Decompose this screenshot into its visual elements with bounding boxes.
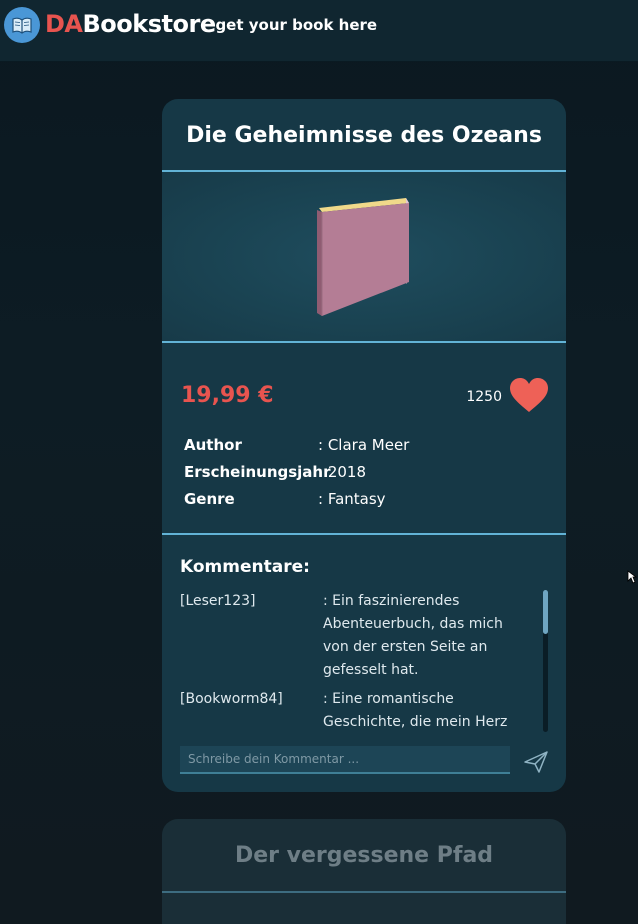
detail-label: Author <box>184 436 242 454</box>
comment-input[interactable] <box>180 746 510 774</box>
detail-value: : Clara Meer <box>318 436 410 454</box>
book-icon <box>12 17 32 34</box>
like-button[interactable] <box>509 378 549 414</box>
details-divider <box>162 533 566 535</box>
book-title: Der vergessene Pfad <box>234 842 494 868</box>
comment-user: [Bookworm84] <box>180 691 283 707</box>
heart-icon <box>510 378 548 412</box>
mouse-cursor-icon <box>627 570 637 584</box>
detail-label: Erscheinungsjahr <box>184 463 331 481</box>
brand-label: Bookstore <box>82 10 217 38</box>
scrollbar-thumb[interactable] <box>543 590 548 634</box>
brand-prefix: DA <box>45 10 83 38</box>
send-icon <box>524 751 548 773</box>
comment-item: [Bookworm84] : Eine romantische Geschich… <box>180 688 546 732</box>
comments-heading: Kommentare: <box>180 557 310 577</box>
book-card: Die Geheimnisse des Ozeans 19,99 € 1250 … <box>162 99 566 792</box>
comment-text: : Eine romantische Geschichte, die mein … <box>323 691 508 730</box>
comment-user: [Leser123] <box>180 593 256 609</box>
title-divider <box>162 891 566 893</box>
detail-row-genre: Genre : Fantasy <box>184 490 409 517</box>
book-image-area <box>162 172 566 341</box>
image-divider <box>162 341 566 343</box>
book-card: Der vergessene Pfad <box>162 819 566 924</box>
detail-row-author: Author : Clara Meer <box>184 436 409 463</box>
logo[interactable] <box>4 7 40 43</box>
price: 19,99 € <box>181 383 274 408</box>
comments-list[interactable]: [Leser123] : Ein faszinierendes Abenteue… <box>180 590 546 732</box>
like-count: 1250 <box>466 389 502 405</box>
app-header: DABookstore - get your book here <box>0 0 638 62</box>
brand-name[interactable]: DABookstore <box>45 10 216 38</box>
detail-value: : 2018 <box>318 463 366 481</box>
book-title: Die Geheimnisse des Ozeans <box>186 122 542 148</box>
tagline: - get your book here <box>204 16 378 34</box>
book-cover-image <box>317 198 409 316</box>
comments-scrollbar[interactable] <box>543 590 548 732</box>
detail-label: Genre <box>184 490 235 508</box>
detail-value: : Fantasy <box>318 490 386 508</box>
comment-text: : Ein faszinierendes Abenteuerbuch, das … <box>323 593 503 678</box>
comment-item: [Leser123] : Ein faszinierendes Abenteue… <box>180 590 546 682</box>
send-button[interactable] <box>523 750 549 774</box>
book-details: Author : Clara Meer Erscheinungsjahr : 2… <box>184 436 409 517</box>
detail-row-year: Erscheinungsjahr : 2018 <box>184 463 409 490</box>
